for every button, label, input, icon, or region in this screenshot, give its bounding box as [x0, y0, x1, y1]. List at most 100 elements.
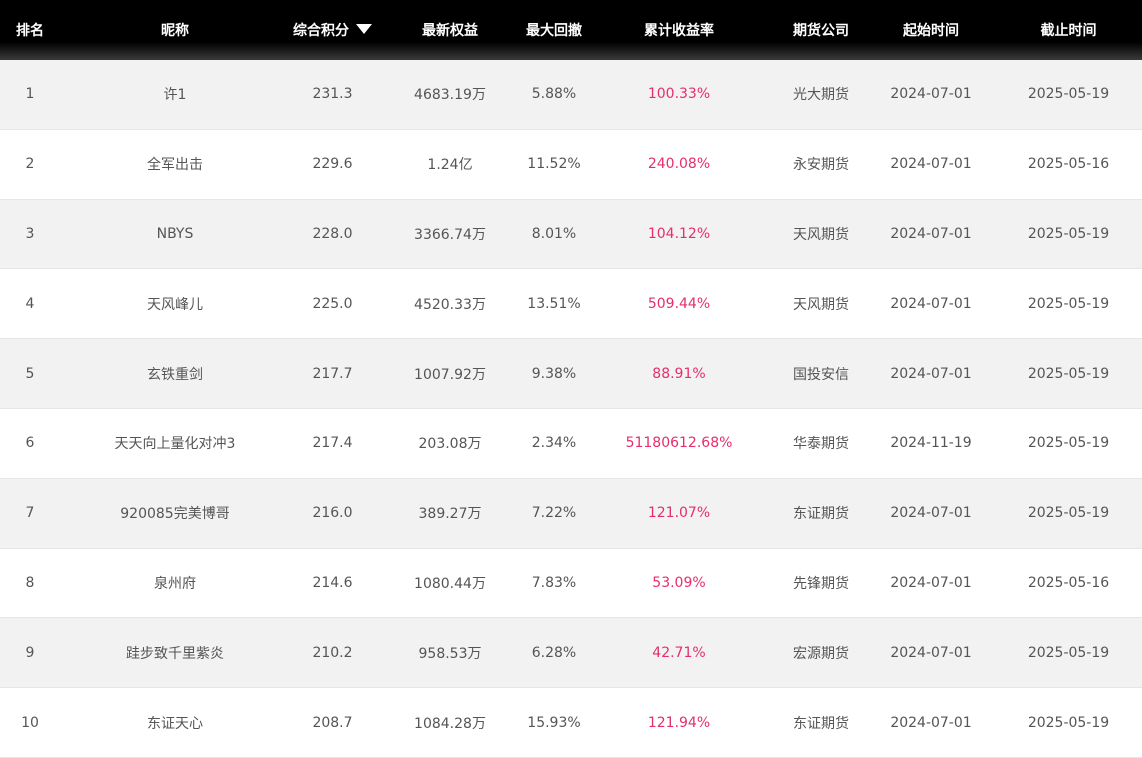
- end-date-cell: 2025-05-16: [1027, 574, 1110, 591]
- score-cell: 208.7: [312, 714, 353, 731]
- drawdown-cell: 5.88%: [531, 86, 577, 103]
- equity-cell: 203.08万: [418, 436, 482, 453]
- start-date-cell: 2024-07-01: [890, 86, 972, 103]
- rank-cell: 4: [25, 295, 35, 312]
- return-cell: 100.33%: [647, 86, 711, 103]
- table-row[interactable]: 3 NBYS 228.0 3366.74万 8.01% 104.12% 天风期货 2024-0…: [0, 199, 1142, 270]
- firm-cell: 先锋期货: [793, 575, 849, 592]
- start-date-cell: 2024-11-19: [890, 435, 972, 452]
- end-date-cell: 2025-05-19: [1027, 365, 1110, 382]
- equity-cell: 4683.19万: [414, 87, 486, 104]
- drawdown-cell: 7.83%: [531, 574, 577, 591]
- rank-cell: 5: [25, 365, 35, 382]
- table-row[interactable]: 1 许1 231.3 4683.19万 5.88% 100.33% 光大期货 2024-07-…: [0, 60, 1142, 130]
- sort-desc-icon[interactable]: [356, 24, 372, 34]
- end-date-cell: 2025-05-19: [1027, 86, 1110, 103]
- score-cell: 217.4: [312, 435, 353, 452]
- name-cell: 玄铁重剑: [147, 366, 203, 383]
- name-cell: 东证天心: [147, 715, 203, 732]
- name-cell: NBYS: [156, 225, 194, 242]
- header-name: 昵称: [161, 23, 189, 39]
- start-date-cell: 2024-07-01: [890, 644, 972, 661]
- drawdown-cell: 15.93%: [527, 714, 581, 731]
- table-row[interactable]: 9 跬步致千里紫炎 210.2 958.53万 6.28% 42.71% 宏源期货 2024-…: [0, 618, 1142, 689]
- drawdown-cell: 7.22%: [531, 505, 577, 522]
- drawdown-cell: 2.34%: [531, 435, 577, 452]
- firm-cell: 光大期货: [793, 87, 849, 104]
- start-date-cell: 2024-07-01: [890, 156, 972, 173]
- score-cell: 210.2: [312, 644, 353, 661]
- end-date-cell: 2025-05-19: [1027, 225, 1110, 242]
- firm-cell: 国投安信: [793, 366, 849, 383]
- header-end: 截止时间: [1040, 23, 1097, 39]
- table-header: 排名 昵称 综合积分 最新权益 最大回撤 累计收益率 期货公司 起始时间 截止时…: [0, 0, 1142, 60]
- start-date-cell: 2024-07-01: [890, 225, 972, 242]
- firm-cell: 华泰期货: [793, 436, 849, 453]
- name-cell: 920085完美博哥: [120, 506, 230, 523]
- rank-cell: 8: [25, 574, 35, 591]
- table-row[interactable]: 10 东证天心 208.7 1084.28万 15.93% 121.94% 东证期货 2024…: [0, 688, 1142, 758]
- table-row[interactable]: 5 玄铁重剑 217.7 1007.92万 9.38% 88.91% 国投安信 2024-07…: [0, 339, 1142, 409]
- score-cell: 231.3: [312, 86, 353, 103]
- start-date-cell: 2024-07-01: [890, 574, 972, 591]
- drawdown-cell: 11.52%: [527, 156, 581, 173]
- firm-cell: 天风期货: [793, 296, 849, 313]
- end-date-cell: 2025-05-19: [1027, 644, 1110, 661]
- rank-cell: 10: [21, 714, 39, 731]
- header-equity: 最新权益: [422, 23, 478, 39]
- header-score-label: 综合积分: [293, 23, 349, 39]
- name-cell: 泉州府: [154, 575, 196, 592]
- start-date-cell: 2024-07-01: [890, 295, 972, 312]
- start-date-cell: 2024-07-01: [890, 505, 972, 522]
- rank-cell: 9: [25, 644, 35, 661]
- score-cell: 229.6: [312, 156, 353, 173]
- score-cell: 214.6: [312, 574, 353, 591]
- end-date-cell: 2025-05-19: [1027, 714, 1110, 731]
- equity-cell: 389.27万: [418, 506, 482, 523]
- header-rank: 排名: [16, 23, 44, 39]
- ranking-table: 排名 昵称 综合积分 最新权益 最大回撤 累计收益率 期货公司 起始时间 截止时…: [0, 0, 1142, 758]
- return-cell: 88.91%: [652, 365, 706, 382]
- return-cell: 240.08%: [647, 156, 711, 173]
- name-cell: 全军出击: [147, 157, 203, 174]
- rank-cell: 3: [25, 225, 35, 242]
- equity-cell: 1080.44万: [414, 575, 486, 592]
- table-row[interactable]: 6 天天向上量化对冲3 217.4 203.08万 2.34% 51180612.68% 华…: [0, 408, 1142, 479]
- start-date-cell: 2024-07-01: [890, 714, 972, 731]
- name-cell: 跬步致千里紫炎: [126, 645, 224, 662]
- header-start: 起始时间: [903, 23, 959, 39]
- table-row[interactable]: 4 天风峰儿 225.0 4520.33万 13.51% 509.44% 天风期货 2024-…: [0, 269, 1142, 340]
- score-cell: 228.0: [312, 225, 353, 242]
- equity-cell: 958.53万: [418, 645, 482, 662]
- end-date-cell: 2025-05-19: [1027, 435, 1110, 452]
- rank-cell: 1: [25, 86, 35, 103]
- return-cell: 509.44%: [647, 295, 711, 312]
- end-date-cell: 2025-05-19: [1027, 505, 1110, 522]
- firm-cell: 天风期货: [793, 226, 849, 243]
- name-cell: 许1: [163, 87, 187, 104]
- return-cell: 121.94%: [647, 714, 711, 731]
- drawdown-cell: 8.01%: [531, 225, 577, 242]
- table-row[interactable]: 8 泉州府 214.6 1080.44万 7.83% 53.09% 先锋期货 2024-07-…: [0, 548, 1142, 619]
- end-date-cell: 2025-05-19: [1027, 295, 1110, 312]
- name-cell: 天风峰儿: [147, 296, 203, 313]
- firm-cell: 东证期货: [793, 506, 849, 523]
- return-cell: 53.09%: [652, 574, 706, 591]
- header-score-sort[interactable]: 综合积分: [290, 20, 375, 40]
- equity-cell: 1.24亿: [427, 157, 473, 174]
- start-date-cell: 2024-07-01: [890, 365, 972, 382]
- return-cell: 121.07%: [647, 505, 711, 522]
- drawdown-cell: 9.38%: [531, 365, 577, 382]
- table-row[interactable]: 7 920085完美博哥 216.0 389.27万 7.22% 121.07% 东证期货 2…: [0, 478, 1142, 549]
- firm-cell: 宏源期货: [793, 645, 849, 662]
- drawdown-cell: 13.51%: [527, 295, 581, 312]
- table-row[interactable]: 2 全军出击 229.6 1.24亿 11.52% 240.08% 永安期货 2024-07-…: [0, 129, 1142, 200]
- rank-cell: 2: [25, 156, 35, 173]
- return-cell: 42.71%: [652, 644, 706, 661]
- firm-cell: 东证期货: [793, 715, 849, 732]
- score-cell: 225.0: [312, 295, 353, 312]
- header-firm: 期货公司: [793, 23, 849, 39]
- name-cell: 天天向上量化对冲3: [114, 436, 236, 453]
- equity-cell: 4520.33万: [414, 296, 486, 313]
- drawdown-cell: 6.28%: [531, 644, 577, 661]
